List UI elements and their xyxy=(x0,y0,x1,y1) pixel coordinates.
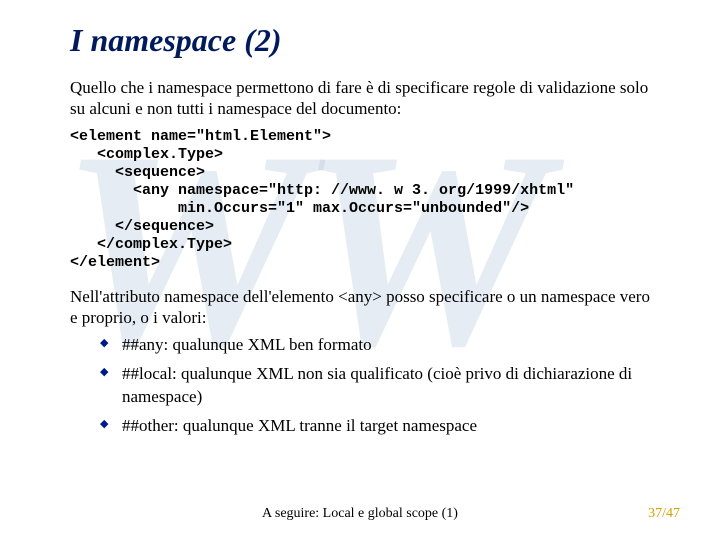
slide: WW I namespace (2) Quello che i namespac… xyxy=(0,0,720,540)
list-item: ##any: qualunque XML ben formato xyxy=(100,334,650,357)
slide-content: I namespace (2) Quello che i namespace p… xyxy=(0,0,720,438)
slide-title: I namespace (2) xyxy=(70,22,650,59)
intro-paragraph: Quello che i namespace permettono di far… xyxy=(70,77,650,120)
paragraph-2: Nell'attributo namespace dell'elemento <… xyxy=(70,286,650,329)
list-item: ##local: qualunque XML non sia qualifica… xyxy=(100,363,650,409)
page-number: 37/47 xyxy=(648,506,680,522)
footer-next-slide: A seguire: Local e global scope (1) xyxy=(0,506,720,522)
code-block: <element name="html.Element"> <complex.T… xyxy=(70,128,650,272)
bullet-list: ##any: qualunque XML ben formato ##local… xyxy=(100,334,650,438)
list-item: ##other: qualunque XML tranne il target … xyxy=(100,415,650,438)
